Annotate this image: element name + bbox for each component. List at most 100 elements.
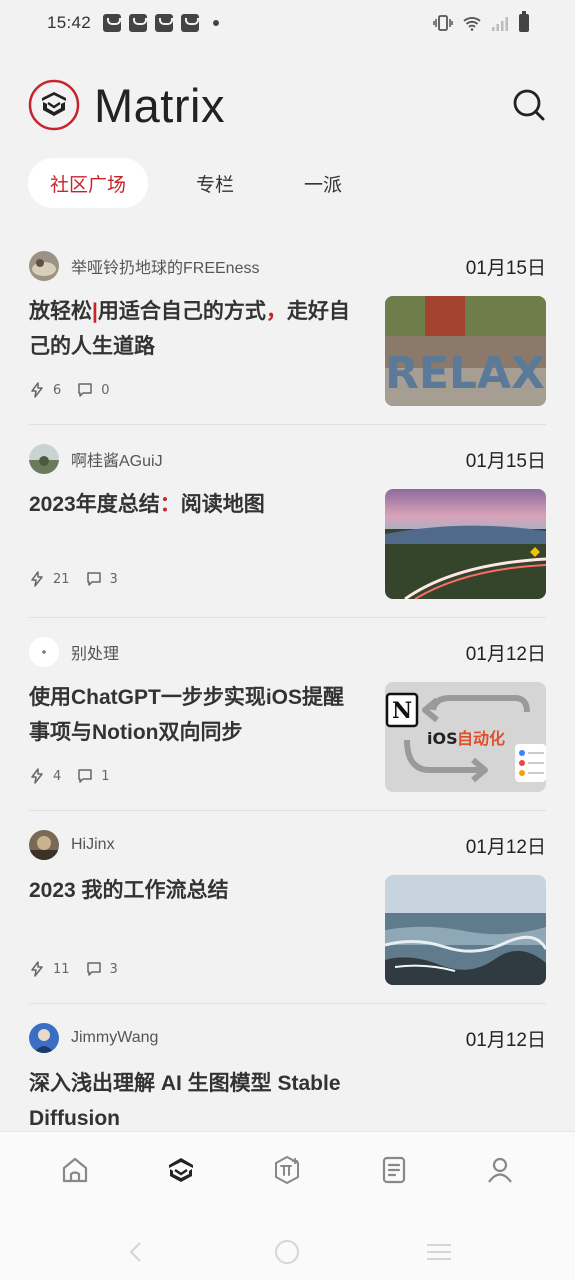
lightning-icon — [31, 571, 43, 587]
nav-matrix[interactable] — [161, 1150, 201, 1190]
comment-count-value: 1 — [101, 768, 110, 784]
post-meta: 啊桂酱AGuiJ 01月15日 — [29, 443, 546, 475]
post-title[interactable]: 深入浅出理解 AI 生图模型 Stable Diffusion — [29, 1066, 359, 1136]
post-thumbnail[interactable] — [385, 489, 546, 599]
tab-community[interactable]: 社区广场 — [28, 158, 149, 208]
author-name[interactable]: 举哑铃扔地球的FREEness — [71, 254, 259, 278]
like-count[interactable]: 4 — [29, 768, 61, 784]
author-name[interactable]: 啊桂酱AGuiJ — [71, 447, 163, 471]
author-name[interactable]: 别处理 — [71, 640, 119, 664]
wifi-icon — [463, 16, 481, 31]
post-date: 01月15日 — [465, 257, 546, 279]
like-count[interactable]: 6 — [29, 382, 61, 398]
notification-bag-icon — [129, 14, 148, 32]
home-icon — [62, 1157, 88, 1183]
nav-articles[interactable] — [374, 1150, 414, 1190]
post-thumbnail[interactable]: RELAX — [385, 296, 546, 406]
post-card[interactable]: 啊桂酱AGuiJ 01月15日 2023年度总结：阅读地图 — [29, 425, 546, 618]
post-title[interactable]: 2023年度总结：阅读地图 — [29, 487, 359, 522]
profile-icon — [487, 1157, 512, 1183]
search-button[interactable] — [511, 87, 547, 123]
author-name[interactable]: HiJinx — [71, 836, 115, 854]
recents-button[interactable] — [419, 1237, 459, 1267]
system-nav-bar — [0, 1237, 575, 1267]
like-count-value: 21 — [53, 571, 70, 587]
like-count-value: 11 — [53, 961, 70, 977]
comment-count[interactable]: 1 — [77, 768, 110, 784]
comment-count[interactable]: 3 — [86, 961, 118, 977]
post-thumbnail[interactable]: N iOS 自动化 — [385, 682, 546, 792]
like-count-value: 6 — [53, 382, 62, 398]
colon-mark: ： — [159, 493, 181, 516]
nav-home[interactable] — [55, 1150, 95, 1190]
post-thumbnail[interactable] — [385, 875, 546, 985]
home-button[interactable] — [267, 1237, 307, 1267]
post-card[interactable]: 举哑铃扔地球的FREEness 01月15日 放轻松|用适合自己的方式，走好自己… — [29, 232, 546, 425]
comment-icon — [78, 769, 93, 783]
signal-icon — [492, 16, 508, 31]
avatar[interactable] — [29, 251, 59, 281]
post-meta: HiJinx 01月12日 — [29, 829, 546, 861]
post-stats: 6 0 — [29, 382, 126, 398]
vibrate-icon — [433, 15, 453, 31]
post-stats: 11 3 — [29, 961, 134, 977]
post-title-part: 放轻松 — [29, 300, 92, 323]
post-title[interactable]: 使用ChatGPT一步步实现iOS提醒事项与Notion双向同步 — [29, 680, 359, 750]
comma-mark: ， — [265, 300, 287, 323]
post-feed: 举哑铃扔地球的FREEness 01月15日 放轻松|用适合自己的方式，走好自己… — [29, 232, 546, 618]
avatar[interactable] — [29, 637, 59, 667]
back-button[interactable] — [116, 1237, 156, 1267]
app-header: Matrix — [28, 78, 547, 132]
document-icon — [382, 1156, 405, 1184]
avatar[interactable] — [29, 444, 59, 474]
nav-profile[interactable] — [480, 1150, 520, 1190]
comment-count[interactable]: 0 — [77, 382, 110, 398]
post-meta: 举哑铃扔地球的FREEness 01月15日 — [29, 250, 546, 282]
menu-icon — [427, 1244, 452, 1260]
post-card[interactable]: 别处理 01月12日 使用ChatGPT一步步实现iOS提醒事项与Notion双… — [29, 618, 546, 811]
like-count[interactable]: 21 — [29, 571, 70, 587]
lightning-icon — [31, 768, 43, 784]
brand-title: Matrix — [94, 78, 225, 132]
svg-text:N: N — [392, 698, 412, 724]
nav-items — [0, 1150, 575, 1190]
bottom-nav — [0, 1131, 575, 1280]
comment-count[interactable]: 3 — [86, 571, 118, 587]
post-card[interactable]: HiJinx 01月12日 2023 我的工作流总结 11 3 — [29, 811, 546, 1004]
status-bar: 15:42 — [0, 0, 575, 46]
battery-icon — [519, 11, 529, 32]
search-icon — [513, 89, 545, 121]
post-date: 01月12日 — [465, 643, 546, 665]
post-card[interactable]: JimmyWang 01月12日 深入浅出理解 AI 生图模型 Stable D… — [29, 1004, 546, 1144]
comment-icon — [86, 572, 101, 586]
post-date: 01月12日 — [465, 1029, 546, 1051]
lightning-icon — [31, 961, 43, 977]
post-title[interactable]: 放轻松|用适合自己的方式，走好自己的人生道路 — [29, 294, 359, 364]
post-title-part: 阅读地图 — [180, 493, 265, 516]
lightning-icon — [31, 382, 43, 398]
post-stats: 4 1 — [29, 768, 126, 784]
tab-column[interactable]: 专栏 — [174, 158, 256, 208]
category-tabs: 社区广场 专栏 一派 — [28, 157, 364, 209]
post-title-part: 用适合自己的方式 — [97, 300, 266, 323]
nav-pi[interactable] — [267, 1150, 307, 1190]
thumbnail-text-automation: 自动化 — [457, 729, 505, 748]
comment-count-value: 3 — [109, 961, 118, 977]
post-date: 01月15日 — [465, 450, 546, 472]
comment-count-value: 3 — [109, 571, 118, 587]
comment-icon — [78, 383, 93, 397]
notification-bag-icon — [181, 14, 200, 32]
avatar[interactable] — [29, 830, 59, 860]
like-count[interactable]: 11 — [29, 961, 70, 977]
author-name[interactable]: JimmyWang — [71, 1029, 158, 1047]
thumbnail-text: RELAX — [385, 348, 545, 399]
pi-hexagon-icon — [275, 1155, 300, 1185]
post-meta: JimmyWang 01月12日 — [29, 1022, 546, 1054]
post-title[interactable]: 2023 我的工作流总结 — [29, 873, 359, 908]
notification-bag-icon — [103, 14, 122, 32]
like-count-value: 4 — [53, 768, 62, 784]
tab-yipai[interactable]: 一派 — [282, 158, 364, 208]
avatar[interactable] — [29, 1023, 59, 1053]
post-meta: 别处理 01月12日 — [29, 636, 546, 668]
status-time: 15:42 — [47, 13, 92, 32]
